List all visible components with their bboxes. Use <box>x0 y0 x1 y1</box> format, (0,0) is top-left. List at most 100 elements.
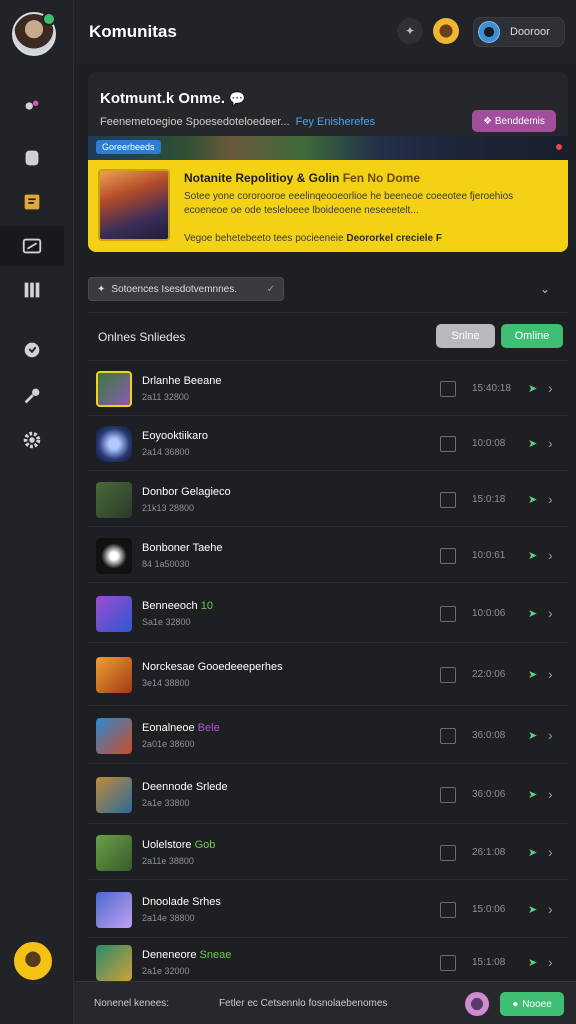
select-checkbox[interactable] <box>440 955 456 971</box>
rail-settings-icon[interactable] <box>0 420 64 460</box>
item-meta: 2a14e 38800 <box>142 912 195 923</box>
item-time: 22:0:06 <box>472 669 506 680</box>
chevron-right-icon[interactable]: › <box>548 435 553 451</box>
chevron-right-icon[interactable]: › <box>548 380 553 396</box>
chevron-right-icon[interactable]: › <box>548 727 553 743</box>
item-time: 26:1:08 <box>472 846 506 858</box>
filter-icon: ✦ <box>97 283 106 295</box>
footer-avatar[interactable] <box>465 992 489 1016</box>
chevron-down-icon[interactable]: ⌄ <box>540 282 550 296</box>
select-checkbox[interactable] <box>440 380 456 397</box>
plus-icon: ● <box>512 998 519 1010</box>
select-checkbox[interactable] <box>440 667 456 683</box>
chevron-right-icon[interactable]: › <box>548 547 553 563</box>
pin-icon[interactable]: ➤ <box>528 382 537 395</box>
rail-notes-icon[interactable] <box>0 182 64 222</box>
select-checkbox[interactable] <box>440 435 456 452</box>
list-item[interactable]: Eonalneoe Bele 2a01e 38600 36:0:08 ➤ › <box>88 707 568 764</box>
item-meta: 2a11e 38800 <box>142 855 194 866</box>
item-meta: 2a01e 38600 <box>142 738 195 749</box>
left-rail <box>0 0 74 1024</box>
footer-mid-text: Fetler ec Cetsennlo fosnolaebenomes <box>219 998 388 1009</box>
rail-home-icon[interactable] <box>0 86 64 126</box>
banner-subtitle: Feenemetoegioe Spoesedoteloedeer... Fey E… <box>100 116 376 128</box>
chevron-right-icon[interactable]: › <box>548 844 553 860</box>
pin-icon[interactable]: ➤ <box>528 956 537 969</box>
online-status-dot <box>42 12 56 26</box>
select-checkbox[interactable] <box>440 901 456 918</box>
banner-link[interactable]: Fey Enisherefes <box>296 116 375 128</box>
chevron-right-icon[interactable]: › <box>548 786 553 802</box>
rail-help-icon[interactable] <box>0 330 64 370</box>
item-time: 10:0:61 <box>472 549 506 561</box>
list-item[interactable]: Uolelstore Gob 2a11e 38800 26:1:08 ➤ › <box>88 825 568 880</box>
chevron-right-icon[interactable]: › <box>548 605 553 621</box>
header-avatar[interactable] <box>433 18 459 44</box>
game-thumbnail <box>96 891 132 928</box>
list-item[interactable]: Dnoolade Srhes 2a14e 38800 15:0:06 ➤ › <box>88 881 568 938</box>
item-name: Dnoolade Srhes <box>142 895 221 908</box>
banner-image-strip: Goreerbeeds <box>88 136 568 160</box>
pin-icon[interactable]: ➤ <box>528 668 537 681</box>
rail-chat-icon[interactable] <box>0 138 64 178</box>
item-name: Eoyooktiikaro <box>142 429 209 442</box>
offline-filter-button[interactable]: Snlne <box>436 324 495 348</box>
list-item[interactable]: Drlanhe Beeane 2a11 32800 15:40:18 ➤ › <box>88 361 568 416</box>
bottom-avatar[interactable] <box>14 942 52 980</box>
item-time: 36:0:08 <box>472 729 506 741</box>
profile-button[interactable]: Dooroor <box>473 17 565 47</box>
game-thumbnail <box>96 481 132 518</box>
footer-action-button[interactable]: ● Nooee <box>500 992 564 1016</box>
promo-artwork <box>98 169 170 241</box>
select-checkbox[interactable] <box>440 547 456 564</box>
game-thumbnail <box>96 537 132 574</box>
pin-icon[interactable]: ➤ <box>528 437 537 450</box>
select-checkbox[interactable] <box>440 605 456 622</box>
pin-icon[interactable]: ➤ <box>528 788 537 801</box>
pin-icon[interactable]: ➤ <box>528 903 537 916</box>
list-item[interactable]: Bonboner Taehe 84 1a50030 10:0:61 ➤ › <box>88 528 568 583</box>
notification-dot <box>556 144 562 150</box>
select-checkbox[interactable] <box>440 491 456 508</box>
rail-brush-icon[interactable] <box>0 376 64 416</box>
list-item[interactable]: Deennode Srlede 2a1e 33800 36:0:06 ➤ › <box>88 765 568 824</box>
select-checkbox[interactable] <box>440 844 456 861</box>
list-item[interactable]: Norckesae Gooedeeeperhes 3e14 38800 22:0:… <box>88 644 568 706</box>
filter-dropdown[interactable]: ✦ Sotoences Isesdotvemnnes. ✓ <box>88 277 284 301</box>
item-meta: 3e14 38800 <box>142 678 190 688</box>
rail-grid-icon[interactable] <box>0 270 64 310</box>
game-thumbnail <box>96 834 132 871</box>
item-name: Uolelstore Gob <box>142 838 216 851</box>
promo-card[interactable]: Notanite Repolitioy & Golin Fen No Dome … <box>88 160 568 252</box>
item-name: Eonalneoe Bele <box>142 721 220 734</box>
section-title: Onlnes Snliedes <box>98 330 186 344</box>
list-item[interactable]: Donbor Gelagieco 21k13 28800 15:0:18 ➤ › <box>88 472 568 527</box>
chevron-right-icon[interactable]: › <box>548 666 553 682</box>
pin-icon[interactable]: ➤ <box>528 549 537 562</box>
item-meta: 21k13 28800 <box>142 502 195 513</box>
pin-icon[interactable]: ➤ <box>528 729 537 742</box>
item-name: Donbor Gelagieco <box>142 485 231 498</box>
filter-label: Sotoences Isesdotvemnnes. <box>111 283 238 295</box>
chevron-right-icon[interactable]: › <box>548 491 553 507</box>
pin-icon[interactable]: ✦ <box>397 18 423 44</box>
promo-title: Notanite Repolitioy & Golin Fen No Dome <box>184 171 421 185</box>
footer-left-text: Nonenel kenees: <box>94 998 170 1009</box>
list-item[interactable]: Eoyooktiikaro 2a14 36800 10:0:08 ➤ › <box>88 416 568 471</box>
list-item[interactable]: Benneeoch 10 Sa1e 32800 10:0:06 ➤ › <box>88 584 568 643</box>
item-meta: 2a14 36800 <box>142 446 190 457</box>
chevron-right-icon[interactable]: › <box>548 954 553 970</box>
strip-tag[interactable]: Goreerbeeds <box>96 140 161 154</box>
pin-icon[interactable]: ➤ <box>528 846 537 859</box>
user-avatar[interactable] <box>12 12 56 56</box>
chat-bubble-icon: 💬 <box>229 91 246 106</box>
select-checkbox[interactable] <box>440 786 456 803</box>
chevron-right-icon[interactable]: › <box>548 901 553 917</box>
banner-action-button[interactable]: ❖ Benddemis <box>472 110 556 132</box>
select-checkbox[interactable] <box>440 727 456 744</box>
online-filter-button[interactable]: Omline <box>501 324 563 348</box>
rail-tickets-icon[interactable] <box>0 226 64 266</box>
list-item[interactable]: Deneneore Sneae 2a1e 32000 15:1:08 ➤ › <box>88 939 568 987</box>
pin-icon[interactable]: ➤ <box>528 493 537 506</box>
pin-icon[interactable]: ➤ <box>528 607 537 620</box>
